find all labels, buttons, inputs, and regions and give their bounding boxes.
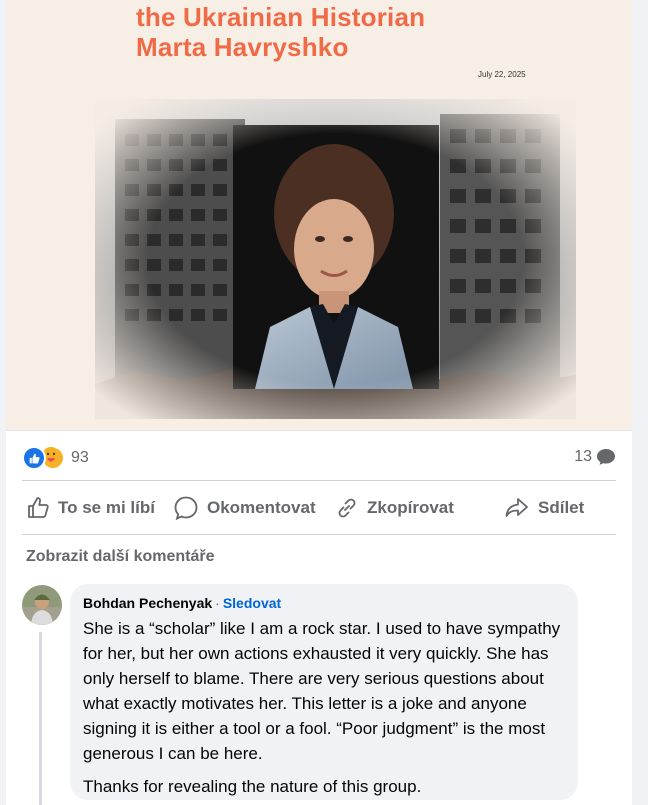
like-icon: [22, 446, 46, 470]
thumbs-up-icon: [28, 497, 49, 518]
reaction-count: 93: [71, 449, 89, 466]
post-date: July 22, 2025: [478, 70, 526, 79]
post-headline: the Ukrainian Historian Marta Havryshko: [136, 2, 616, 62]
comment-button[interactable]: Okomentovat: [173, 490, 316, 526]
post-card: the Ukrainian Historian Marta Havryshko …: [6, 0, 632, 805]
comment-paragraph-2: Thanks for revealing the nature of this …: [83, 777, 422, 796]
comment-author[interactable]: Bohdan Pechenyak: [83, 595, 212, 611]
headline-line-1: the Ukrainian Historian: [136, 2, 426, 32]
comment-count-value: 13: [574, 448, 592, 465]
reaction-summary[interactable]: 93: [22, 446, 89, 470]
comment-body: She is a “scholar” like I am a rock star…: [83, 616, 569, 799]
comment-icon: [174, 496, 198, 521]
comment-paragraph-1: She is a “scholar” like I am a rock star…: [83, 619, 561, 763]
share-button[interactable]: Sdílet: [504, 490, 584, 526]
comment-bubble: Bohdan Pechenyak · Sledovat She is a “scho…: [70, 584, 578, 800]
divider-bottom: [22, 534, 616, 535]
portrait-photo: [95, 99, 576, 419]
more-comments-link[interactable]: Zobrazit další komentáře: [26, 548, 215, 566]
separator-dot: ·: [215, 595, 220, 611]
follow-link[interactable]: Sledovat: [223, 595, 281, 611]
like-label: To se mi líbí: [58, 498, 155, 517]
copy-link-button[interactable]: Zkopírovat: [335, 490, 454, 526]
headline-line-2: Marta Havryshko: [136, 32, 349, 62]
divider-top: [22, 480, 616, 481]
comment-label: Okomentovat: [207, 498, 316, 517]
link-icon: [338, 498, 356, 518]
comment-count[interactable]: 13: [574, 448, 616, 466]
like-button[interactable]: To se mi líbí: [26, 490, 155, 526]
comment-bubble-icon: [597, 449, 615, 465]
copy-label: Zkopírovat: [367, 498, 454, 517]
comment-header: Bohdan Pechenyak · Sledovat: [83, 595, 281, 611]
post-actions: To se mi líbí Okomentovat Zkopírovat Sdí…: [22, 490, 616, 526]
thread-line: [39, 632, 42, 805]
image-border: [6, 430, 632, 431]
avatar[interactable]: [22, 585, 62, 625]
post-image[interactable]: the Ukrainian Historian Marta Havryshko …: [6, 0, 632, 430]
share-label: Sdílet: [538, 498, 585, 517]
share-icon: [505, 498, 528, 517]
